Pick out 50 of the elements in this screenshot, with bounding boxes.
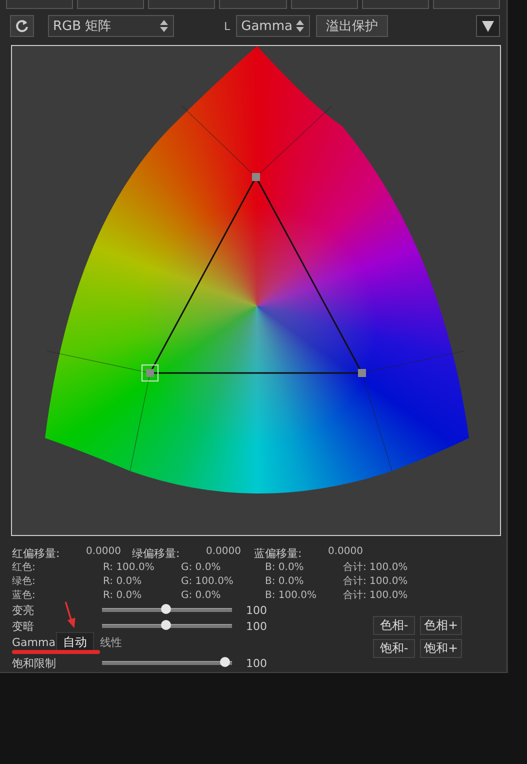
slider-reading: 100 — [246, 604, 267, 616]
slider-thumb[interactable] — [160, 604, 171, 614]
matrix-dropdown[interactable]: RGB 矩阵 — [48, 15, 174, 37]
offset-label: 红偏移量: — [12, 546, 61, 560]
adjust-button[interactable]: 色相- — [373, 616, 415, 635]
triangle-down-icon — [482, 20, 494, 32]
spinner-arrows-icon — [295, 19, 306, 33]
slider-reading: 100 — [246, 656, 267, 670]
row-label: 绿色: — [12, 575, 36, 588]
slider-thumb[interactable] — [160, 620, 171, 630]
spinner-arrows-icon — [159, 19, 169, 33]
refresh-button[interactable] — [10, 15, 34, 37]
selected-control-point[interactable] — [142, 364, 158, 382]
gamma-dropdown[interactable]: Gamma — [236, 15, 310, 37]
l-label: L — [224, 20, 230, 32]
matrix-value: B: 100.0% — [265, 590, 318, 600]
dropdown-value: RGB 矩阵 — [53, 18, 112, 35]
matrix-value: R: 100.0% — [103, 562, 156, 572]
slider-label: 饱和限制 — [12, 656, 56, 670]
offset-value: 0.0000 — [206, 546, 241, 558]
adjust-button[interactable]: 饱和+ — [420, 639, 462, 658]
matrix-value: G: 0.0% — [181, 562, 222, 572]
adjust-button[interactable]: 色相+ — [420, 616, 462, 635]
matrix-value: G: 0.0% — [181, 590, 222, 600]
matrix-total: 合计: 100.0% — [343, 560, 408, 574]
matrix-total: 合计: 100.0% — [343, 588, 408, 602]
slider-thumb[interactable] — [220, 657, 230, 667]
matrix-value: G: 100.0% — [181, 576, 234, 586]
matrix-value: B: 0.0% — [265, 562, 305, 572]
refresh-icon — [15, 19, 29, 33]
gamma-option[interactable]: 线性 — [94, 632, 128, 653]
offset-value: 0.0000 — [328, 546, 363, 558]
slider-label: 变亮 — [12, 602, 34, 618]
offset-label: 蓝偏移量: — [254, 546, 303, 560]
matrix-total: 合计: 100.0% — [343, 574, 408, 588]
overflow-protection-button[interactable]: 溢出保护 — [316, 15, 388, 37]
offset-value: 0.0000 — [86, 546, 121, 558]
menu-button[interactable] — [476, 15, 500, 37]
matrix-value: B: 0.0% — [265, 576, 305, 586]
dropdown-value: Gamma — [241, 18, 292, 34]
adjust-button[interactable]: 饱和- — [373, 639, 415, 658]
slider-label: 变暗 — [12, 618, 34, 634]
matrix-value: R: 0.0% — [103, 576, 143, 586]
row-label: 红色: — [12, 561, 36, 574]
slider-reading: 100 — [246, 620, 267, 632]
gamma-label: Gamma — [12, 636, 56, 649]
row-label: 蓝色: — [12, 588, 36, 602]
offset-label: 绿偏移量: — [132, 546, 181, 560]
annotation-arrow — [63, 601, 77, 629]
matrix-value: R: 0.0% — [103, 590, 143, 600]
